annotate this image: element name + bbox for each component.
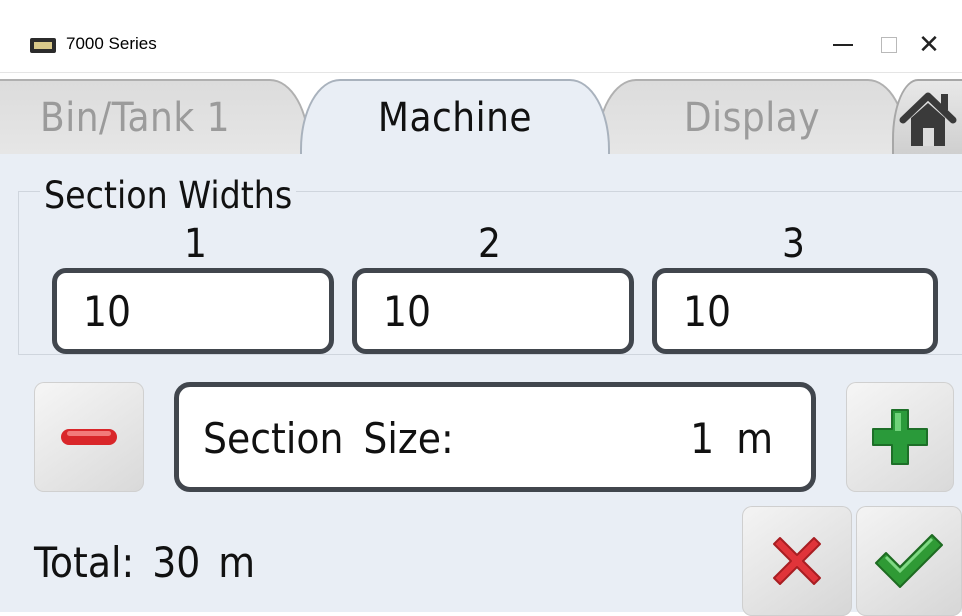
section-widths-title: Section Widths (40, 174, 297, 218)
increase-section-size-button[interactable] (846, 382, 954, 492)
window-titlebar: 7000 Series ✕ (0, 0, 962, 73)
minus-icon (61, 429, 117, 445)
tab-display[interactable]: Display (596, 79, 908, 154)
close-icon[interactable]: ✕ (906, 22, 952, 68)
tab-label: Machine (377, 94, 533, 141)
cancel-button[interactable] (742, 506, 852, 616)
decrease-section-size-button[interactable] (34, 382, 144, 492)
confirm-button[interactable] (856, 506, 962, 616)
tab-strip: Bin/Tank 1 Display Machine (0, 73, 962, 154)
tab-label: Display (683, 94, 821, 141)
section-size-display: Section Size: 1 m (174, 382, 816, 492)
section-width-value: 10 (83, 286, 132, 336)
minimize-icon[interactable] (820, 22, 866, 68)
plus-icon (872, 409, 928, 465)
confirm-check-icon (875, 534, 943, 588)
section-number-3: 3 (782, 221, 805, 267)
cancel-x-icon (773, 537, 821, 585)
section-width-field-3[interactable]: 10 (652, 268, 938, 354)
section-number-2: 2 (478, 221, 501, 267)
section-width-field-1[interactable]: 10 (52, 268, 334, 354)
tab-machine[interactable]: Machine (300, 79, 610, 154)
section-width-field-2[interactable]: 10 (352, 268, 634, 354)
home-icon (899, 92, 957, 146)
tab-bin-tank[interactable]: Bin/Tank 1 (0, 79, 310, 154)
home-button[interactable] (892, 79, 962, 154)
section-number-1: 1 (184, 221, 207, 267)
section-width-value: 10 (383, 286, 432, 336)
section-size-label: Section Size: (203, 414, 454, 463)
section-size-value: 1 m (690, 414, 773, 463)
device-icon (30, 38, 56, 53)
tab-label: Bin/Tank 1 (40, 94, 230, 141)
section-width-value: 10 (683, 286, 732, 336)
window-title: 7000 Series (66, 34, 157, 53)
total-width-text: Total: 30 m (34, 538, 256, 587)
